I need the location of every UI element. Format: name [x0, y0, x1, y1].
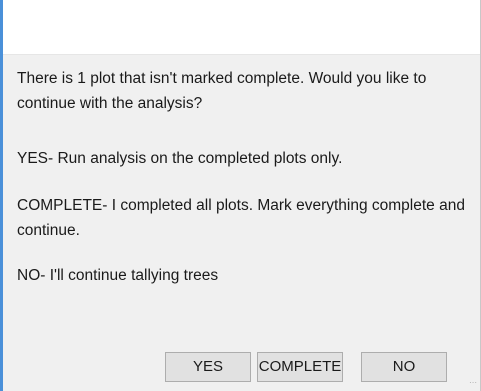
yes-option-description: YES- Run analysis on the completed plots…	[17, 150, 343, 167]
title-bar[interactable]	[3, 0, 480, 54]
size-grip-icon[interactable]: ⋯	[467, 378, 477, 388]
dialog-content: There is 1 plot that isn't marked comple…	[3, 55, 480, 391]
message-dialog: There is 1 plot that isn't marked comple…	[0, 0, 481, 391]
no-option-description: NO- I'll continue tallying trees	[17, 267, 219, 284]
yes-button[interactable]: YES	[165, 352, 251, 382]
message-text: There is 1 plot that isn't marked comple…	[17, 70, 427, 112]
no-button[interactable]: NO	[361, 352, 447, 382]
complete-option-description: COMPLETE- I completed all plots. Mark ev…	[17, 197, 465, 239]
complete-button[interactable]: COMPLETE	[257, 352, 343, 382]
